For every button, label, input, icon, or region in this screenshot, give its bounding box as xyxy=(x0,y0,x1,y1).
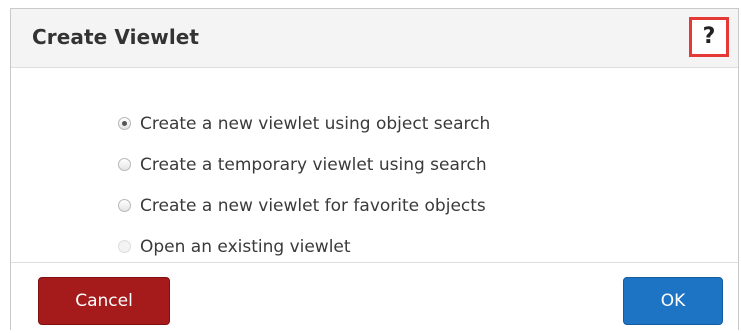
option-open-existing-viewlet[interactable]: Open an existing viewlet xyxy=(118,226,490,267)
cancel-button[interactable]: Cancel xyxy=(38,277,170,325)
radio-new-viewlet-object-search[interactable] xyxy=(118,117,131,130)
option-label: Create a temporary viewlet using search xyxy=(140,154,487,175)
option-new-viewlet-object-search[interactable]: Create a new viewlet using object search xyxy=(118,103,490,144)
option-new-viewlet-favorites[interactable]: Create a new viewlet for favorite object… xyxy=(118,185,490,226)
option-label: Open an existing viewlet xyxy=(140,236,351,257)
option-label: Create a new viewlet using object search xyxy=(140,113,491,134)
dialog-header: Create Viewlet ? xyxy=(11,9,738,68)
ok-button[interactable]: OK xyxy=(623,277,723,325)
viewlet-options: Create a new viewlet using object search… xyxy=(118,103,490,267)
help-button[interactable]: ? xyxy=(689,17,729,57)
question-mark-icon: ? xyxy=(702,24,716,49)
dialog-title: Create Viewlet xyxy=(32,25,200,49)
create-viewlet-dialog: Create Viewlet ? Create a new viewlet us… xyxy=(10,8,739,330)
dialog-footer: Cancel OK xyxy=(11,262,738,330)
radio-open-existing-viewlet[interactable] xyxy=(118,240,131,253)
option-label: Create a new viewlet for favorite object… xyxy=(140,195,486,216)
radio-temporary-viewlet-search[interactable] xyxy=(118,158,131,171)
option-temporary-viewlet-search[interactable]: Create a temporary viewlet using search xyxy=(118,144,490,185)
radio-new-viewlet-favorites[interactable] xyxy=(118,199,131,212)
